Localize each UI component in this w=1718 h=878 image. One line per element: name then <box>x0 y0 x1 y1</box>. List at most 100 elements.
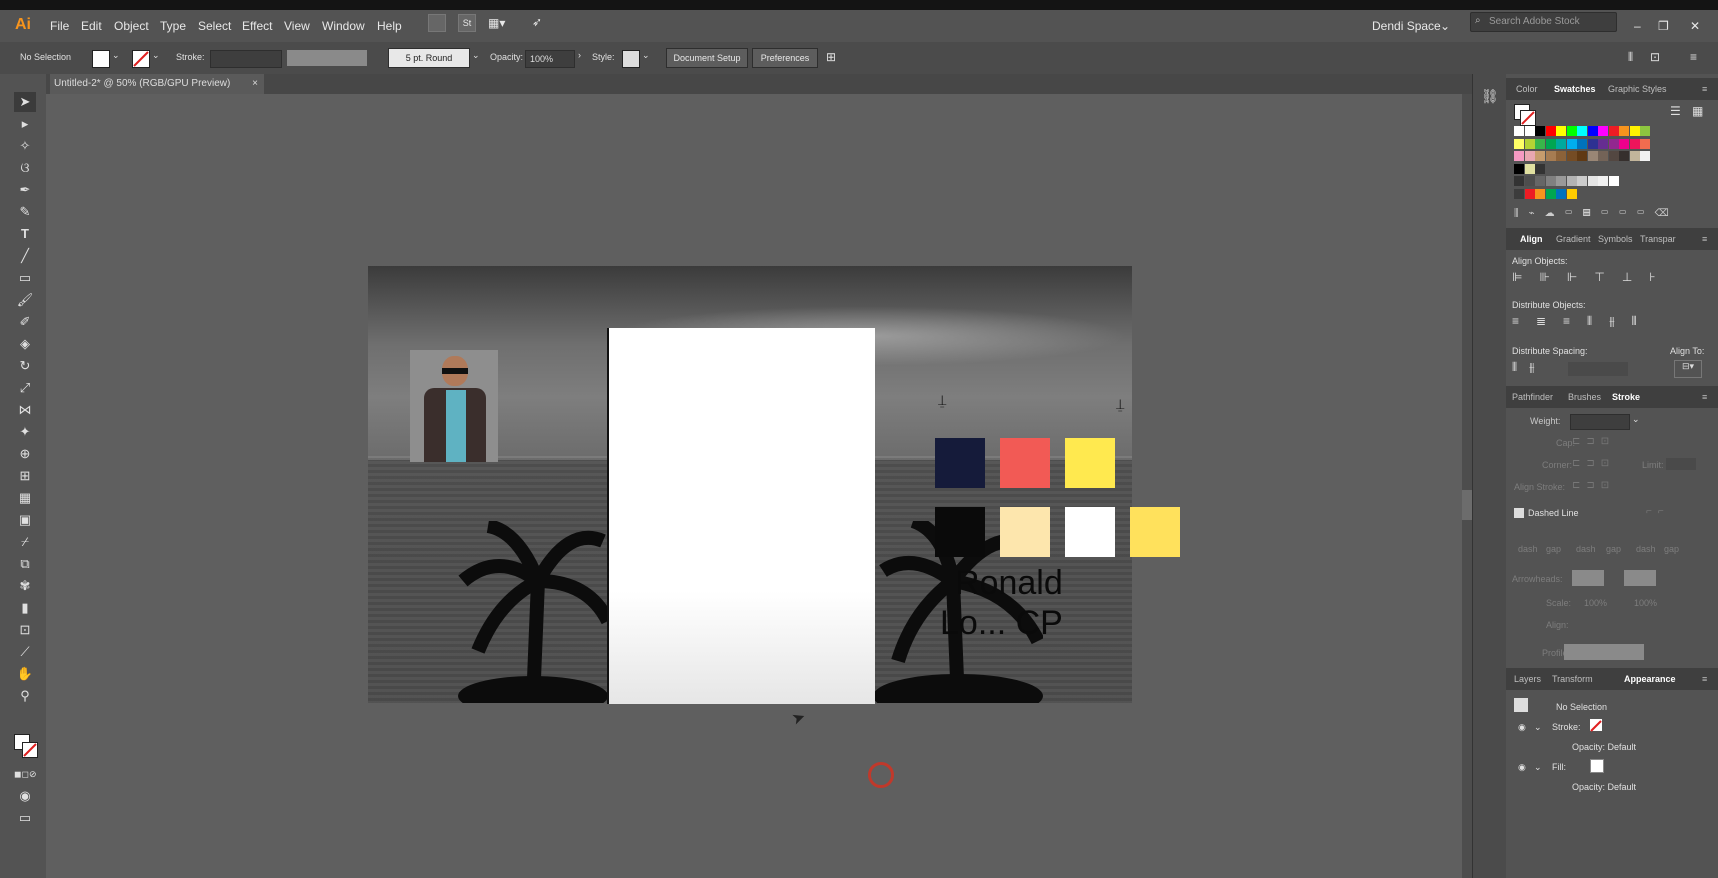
maximize-icon[interactable]: ❐ <box>1658 19 1669 33</box>
paintbrush-icon[interactable]: 🖌 <box>14 290 36 310</box>
swatch-cell[interactable] <box>1608 176 1619 186</box>
workspace-switcher[interactable]: Dendi Space <box>1372 19 1441 33</box>
swatch-cell[interactable] <box>1535 126 1545 136</box>
tab-symbols[interactable]: Symbols <box>1598 234 1633 244</box>
bridge-icon[interactable] <box>428 14 446 32</box>
swatch-cell[interactable] <box>1608 138 1619 149</box>
tab-swatches[interactable]: Swatches <box>1554 84 1596 94</box>
eye-icon[interactable]: ◉ <box>1518 762 1526 773</box>
swatch-cell[interactable] <box>1598 176 1608 186</box>
corner-buttons[interactable]: ⊏⊐⊡ <box>1572 458 1628 470</box>
hand-tool-icon[interactable]: ✋ <box>14 664 36 684</box>
swatch-cell[interactable] <box>1524 176 1535 186</box>
swatch-cell[interactable] <box>1556 176 1566 186</box>
palette-swatch-navy[interactable] <box>935 438 985 488</box>
artboard-tool-icon[interactable]: ⊡ <box>14 620 36 640</box>
swatch-cell[interactable] <box>1556 138 1566 149</box>
transform-icon[interactable]: ⊡ <box>1650 50 1660 64</box>
stroke-color-icon[interactable] <box>22 742 38 758</box>
appearance-fill-swatch[interactable] <box>1590 759 1604 773</box>
swatch-cell[interactable] <box>1535 151 1545 161</box>
fill-swatch[interactable] <box>92 50 110 68</box>
swatch-cell[interactable] <box>1619 151 1629 161</box>
swatch-cell[interactable] <box>1514 176 1524 186</box>
swatch-cell[interactable] <box>1598 138 1608 149</box>
swatch-cell[interactable] <box>1556 188 1566 199</box>
swatch-cell[interactable] <box>1587 138 1598 149</box>
swatch-cell[interactable] <box>1629 151 1640 161</box>
scale-tool-icon[interactable]: ⤢ <box>14 378 36 398</box>
swatch-cell[interactable] <box>1524 126 1535 136</box>
swatch-cell[interactable] <box>1535 176 1545 186</box>
stroke-swatch[interactable] <box>1520 110 1536 126</box>
menu-view[interactable]: View <box>284 19 310 33</box>
slice-tool-icon[interactable]: ⟋ <box>14 642 36 662</box>
magic-wand-icon[interactable]: ✧ <box>14 136 36 156</box>
direct-selection-tool-icon[interactable]: ▸ <box>14 114 36 134</box>
menu-select[interactable]: Select <box>198 19 231 33</box>
menu-effect[interactable]: Effect <box>242 19 272 33</box>
pen-tool-icon[interactable]: ✒ <box>14 180 36 200</box>
profile-dropdown[interactable] <box>1564 644 1644 660</box>
tab-transparency[interactable]: Transpar <box>1640 234 1676 244</box>
palette-swatch-cream[interactable] <box>1000 507 1050 557</box>
swatch-cell[interactable] <box>1608 126 1619 136</box>
chevron-down-icon[interactable]: ⌄ <box>1534 722 1542 733</box>
menu-edit[interactable]: Edit <box>81 19 102 33</box>
tab-appearance[interactable]: Appearance <box>1624 674 1676 684</box>
stroke-swatch[interactable] <box>132 50 150 68</box>
color-mode-icon[interactable]: ◼◻⊘ <box>14 764 36 784</box>
shape-builder-icon[interactable]: ⊕ <box>14 444 36 464</box>
chevron-right-icon[interactable]: › <box>578 50 581 60</box>
width-tool-icon[interactable]: ⋈ <box>14 400 36 420</box>
cap-buttons[interactable]: ⊏⊐⊡ <box>1572 436 1628 448</box>
dashed-line-checkbox[interactable] <box>1514 508 1524 518</box>
menu-window[interactable]: Window <box>322 19 365 33</box>
palette-swatch-white[interactable] <box>1065 507 1115 557</box>
swatch-cell[interactable] <box>1587 176 1598 186</box>
end-arrowhead-dropdown[interactable] <box>1624 570 1656 586</box>
variable-width-profile[interactable] <box>287 50 367 66</box>
weight-field[interactable] <box>1570 414 1630 430</box>
swatch-cell[interactable] <box>1514 138 1524 149</box>
eraser-icon[interactable]: ◈ <box>14 334 36 354</box>
swatch-cell[interactable] <box>1566 188 1577 199</box>
tab-gradient[interactable]: Gradient <box>1556 234 1591 244</box>
palette-swatch-coral[interactable] <box>1000 438 1050 488</box>
align-objects-buttons[interactable]: ⊫⊪⊩⊤⊥⊦ <box>1512 270 1712 286</box>
swatch-cell[interactable] <box>1556 151 1566 161</box>
swatch-cell[interactable] <box>1535 138 1545 149</box>
chevron-down-icon[interactable]: ⌄ <box>152 50 160 61</box>
swatch-cell[interactable] <box>1577 176 1587 186</box>
arrange-documents-icon[interactable]: ▦▾ <box>488 16 505 30</box>
tab-transform[interactable]: Transform <box>1552 674 1593 684</box>
menu-file[interactable]: File <box>50 19 69 33</box>
swatch-cell[interactable] <box>1587 151 1598 161</box>
perspective-grid-icon[interactable]: ⊞ <box>14 466 36 486</box>
stock-icon[interactable]: St <box>458 14 476 32</box>
screen-mode-icon[interactable]: ▭ <box>14 808 36 828</box>
swatch-cell[interactable] <box>1640 138 1650 149</box>
menu-type[interactable]: Type <box>160 19 186 33</box>
blend-tool-icon[interactable]: ⧉ <box>14 554 36 574</box>
swatch-cell[interactable] <box>1629 126 1640 136</box>
palette-swatch-black[interactable] <box>935 507 985 557</box>
dash-alignment-buttons[interactable]: ⌐⌐ <box>1646 506 1706 518</box>
list-view-icon[interactable]: ☰ <box>1670 104 1681 118</box>
swatch-cell[interactable] <box>1535 188 1545 199</box>
draw-mode-icon[interactable]: ◉ <box>14 786 36 806</box>
swatch-cell[interactable] <box>1598 126 1608 136</box>
palette-swatch-yellow[interactable] <box>1065 438 1115 488</box>
preferences-button[interactable]: Preferences <box>752 48 818 68</box>
chevron-down-icon[interactable]: ⌄ <box>112 50 120 61</box>
align-stroke-buttons[interactable]: ⊏⊐⊡ <box>1572 480 1628 492</box>
swatch-cell[interactable] <box>1598 151 1608 161</box>
swatch-cell[interactable] <box>1566 151 1577 161</box>
document-setup-button[interactable]: Document Setup <box>666 48 748 68</box>
shaper-tool-icon[interactable]: ✐ <box>14 312 36 332</box>
panel-menu-icon[interactable]: ≡ <box>1702 674 1707 684</box>
grid-view-icon[interactable]: ▦ <box>1692 104 1703 118</box>
type-tool-icon[interactable]: T <box>14 224 36 244</box>
selection-tool-icon[interactable]: ➤ <box>14 92 36 112</box>
tab-align[interactable]: Align <box>1520 234 1543 244</box>
